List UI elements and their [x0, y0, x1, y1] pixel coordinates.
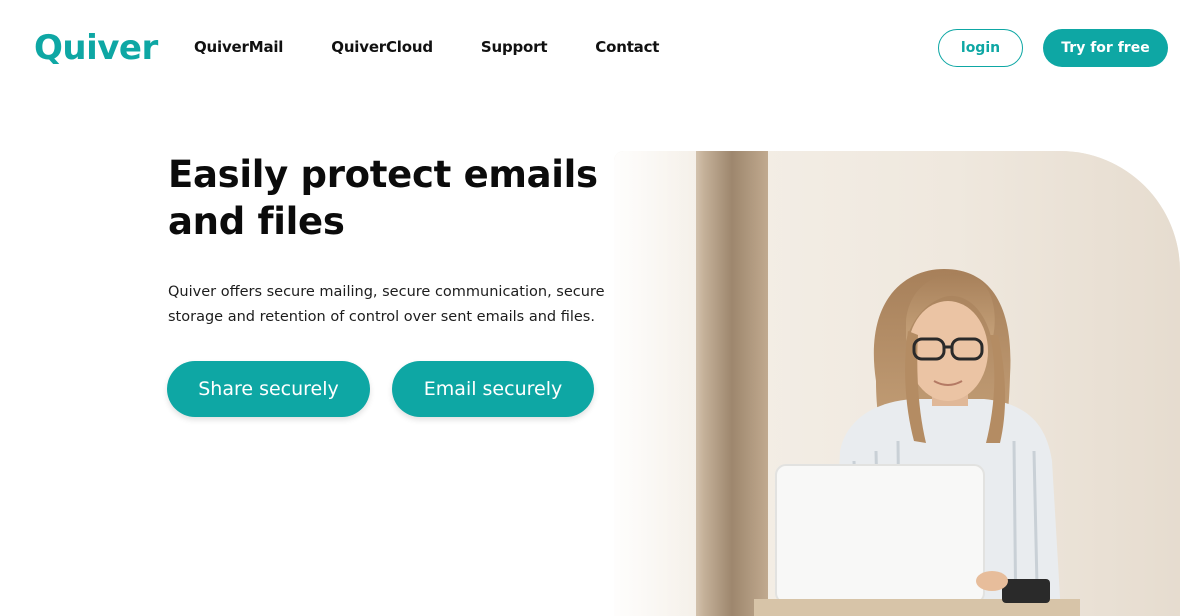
hero-description-line-2: storage and retention of control over se… — [168, 309, 595, 325]
share-securely-button[interactable]: Share securely — [167, 361, 370, 417]
nav-item-contact[interactable]: Contact — [595, 36, 659, 58]
main-nav: QuiverMail QuiverCloud Support Contact — [194, 36, 707, 58]
login-button[interactable]: login — [938, 29, 1023, 67]
nav-item-quivercloud[interactable]: QuiverCloud — [331, 36, 433, 58]
nav-item-support[interactable]: Support — [481, 36, 548, 58]
hero-description-line-1: Quiver offers secure mailing, secure com… — [168, 284, 605, 300]
hero-title-line-2: and files — [168, 200, 345, 243]
hero-title-line-1: Easily protect emails — [168, 153, 598, 196]
try-for-free-button[interactable]: Try for free — [1043, 29, 1168, 67]
nav-item-quivermail[interactable]: QuiverMail — [194, 36, 283, 58]
woman-laptop-illustration — [614, 151, 1180, 616]
hero-description: Quiver offers secure mailing, secure com… — [168, 280, 608, 330]
email-securely-button[interactable]: Email securely — [392, 361, 594, 417]
quiver-logo[interactable]: Quiver — [34, 26, 158, 70]
hero-photo — [614, 151, 1180, 616]
hero-title: Easily protect emails and files — [168, 151, 608, 245]
